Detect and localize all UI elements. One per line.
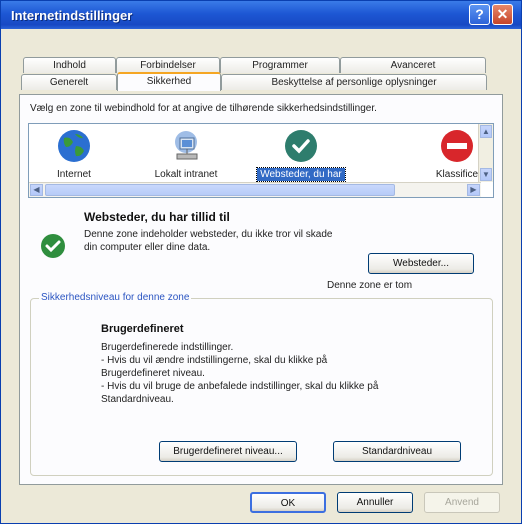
scroll-left-icon[interactable]: ◀ [30, 184, 43, 196]
cancel-button[interactable]: Annuller [337, 492, 413, 513]
zone-label: Internet [57, 169, 91, 180]
checkmark-icon [285, 130, 317, 162]
zone-trusted-sites[interactable]: Websteder, du har [251, 128, 351, 182]
zone-label: Websteder, du har [256, 167, 346, 182]
tab-forbindelser[interactable]: Forbindelser [116, 57, 220, 73]
scroll-up-icon[interactable]: ▲ [480, 125, 492, 138]
security-level-description: Brugerdefinerede indstillinger. - Hvis d… [101, 341, 421, 406]
scroll-right-icon[interactable]: ▶ [467, 184, 480, 196]
security-panel: Vælg en zone til webindhold for at angiv… [19, 94, 503, 485]
close-button[interactable]: ✕ [492, 4, 513, 25]
globe-icon [58, 130, 90, 162]
restricted-icon [441, 130, 473, 162]
zone-horizontal-scrollbar[interactable]: ◀ ▶ [29, 182, 481, 197]
custom-level-button[interactable]: Brugerdefineret niveau... [159, 441, 297, 462]
zone-empty-label: Denne zone er tom [327, 280, 413, 291]
tab-generelt[interactable]: Generelt [21, 74, 117, 90]
title-bar[interactable]: Internetindstillinger ? ✕ [1, 1, 521, 29]
scroll-down-icon[interactable]: ▼ [480, 168, 492, 181]
zone-list[interactable]: Internet Lokalt intranet Websteder, du h… [28, 123, 494, 198]
zone-name: Websteder, du har tillid til [84, 210, 230, 224]
tab-sikkerhed[interactable]: Sikkerhed [117, 72, 221, 91]
zone-description: Denne zone indeholder websteder, du ikke… [84, 229, 333, 253]
default-level-button[interactable]: Standardniveau [333, 441, 461, 462]
network-computer-icon [175, 131, 198, 160]
sites-button[interactable]: Websteder... [368, 253, 474, 274]
tab-avanceret[interactable]: Avanceret [340, 57, 486, 73]
window-title: Internetindstillinger [11, 8, 133, 23]
description-line: - Hvis du vil ændre indstillingerne, ska… [101, 355, 328, 366]
help-button[interactable]: ? [469, 4, 490, 25]
ok-button[interactable]: OK [250, 492, 326, 513]
instruction-text: Vælg en zone til webindhold for at angiv… [30, 103, 377, 114]
description-line: Standardniveau. [101, 394, 174, 405]
zone-local-intranet[interactable]: Lokalt intranet [141, 128, 231, 181]
tab-programmer[interactable]: Programmer [220, 57, 340, 73]
zone-label: Lokalt intranet [154, 169, 218, 180]
security-level-title: Brugerdefineret [101, 323, 184, 335]
zone-label: Klassifice [435, 169, 479, 180]
description-line: Brugerdefinerede indstillinger. [101, 342, 234, 353]
security-level-group: Sikkerhedsniveau for denne zone Brugerde… [30, 292, 493, 476]
trusted-zone-icon [41, 234, 65, 258]
internet-options-window: Internetindstillinger ? ✕ Indhold Forbin… [0, 0, 522, 524]
description-line: - Hvis du vil bruge de anbefalede indsti… [101, 381, 379, 392]
dialog-body: Indhold Forbindelser Programmer Avancere… [6, 29, 516, 519]
security-level-legend: Sikkerhedsniveau for denne zone [39, 292, 192, 303]
description-line: Brugerdefineret niveau. [101, 368, 205, 379]
zone-vertical-scrollbar[interactable]: ▲ ▼ [478, 124, 493, 182]
zone-internet[interactable]: Internet [29, 128, 119, 181]
tab-indhold[interactable]: Indhold [23, 57, 116, 73]
apply-button[interactable]: Anvend [424, 492, 500, 513]
scroll-thumb[interactable] [45, 184, 395, 196]
tab-beskyttelse[interactable]: Beskyttelse af personlige oplysninger [221, 74, 487, 90]
